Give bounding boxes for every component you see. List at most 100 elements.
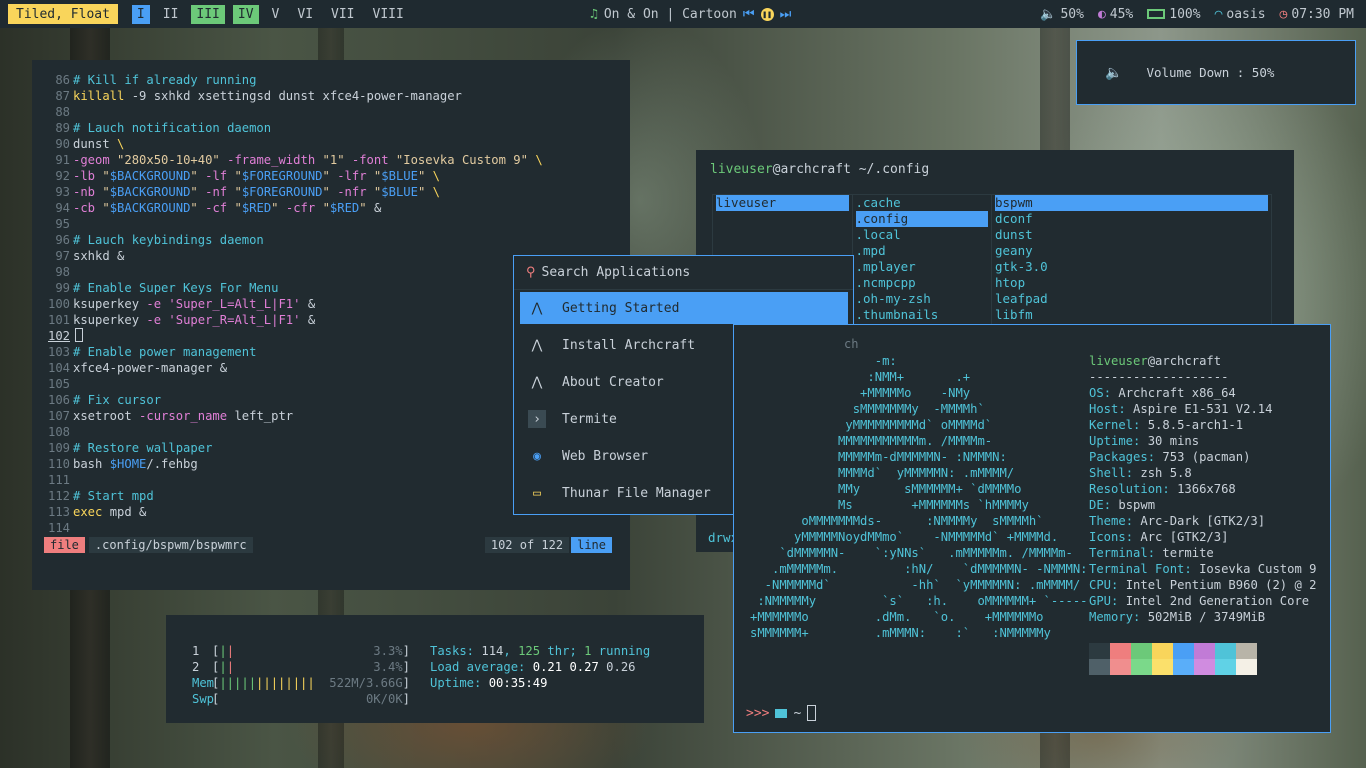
battery-widget[interactable]: 100% bbox=[1147, 7, 1201, 22]
info-row: Packages: 753 (pacman) bbox=[1089, 449, 1316, 465]
clock-value: 07:30 PM bbox=[1291, 6, 1354, 22]
file-entry[interactable]: .mpd bbox=[856, 243, 989, 259]
notification-text: Volume Down : 50% bbox=[1146, 65, 1275, 80]
ascii-line: yMMMMMMMMMd` oMMMMd` bbox=[750, 418, 993, 432]
line-text: # Lauch keybindings daemon bbox=[73, 233, 264, 247]
palette-swatch bbox=[1194, 643, 1215, 659]
volume-value: 50% bbox=[1060, 6, 1084, 22]
info-key: Terminal Font bbox=[1089, 562, 1185, 576]
workspace-5[interactable]: V bbox=[267, 5, 285, 24]
clock-widget[interactable]: ◷ 07:30 PM bbox=[1280, 7, 1354, 22]
workspace-8[interactable]: VIII bbox=[368, 5, 409, 24]
info-colon: : bbox=[1147, 450, 1163, 464]
search-bar[interactable]: ⚲ Search Applications bbox=[514, 256, 853, 290]
file-entry[interactable]: htop bbox=[995, 275, 1268, 291]
thr-count: 125 bbox=[518, 644, 541, 658]
next-icon[interactable]: ⏭ bbox=[780, 7, 792, 22]
workspace-6[interactable]: VI bbox=[292, 5, 318, 24]
ascii-line: oMMMMMMMds- :NMMMMy sMMMMh` bbox=[750, 514, 1044, 528]
workspace-3[interactable]: III bbox=[191, 4, 225, 24]
info-colon: : bbox=[1184, 562, 1200, 576]
volume-widget[interactable]: 🔈 50% bbox=[1040, 7, 1084, 22]
info-key: Icons bbox=[1089, 530, 1126, 544]
launcher-item[interactable]: ⋀ Getting Started bbox=[520, 292, 848, 324]
file-entry[interactable]: dconf bbox=[995, 211, 1268, 227]
workspace-7[interactable]: VII bbox=[326, 5, 359, 24]
info-value: Aspire E1-531 V2.14 bbox=[1133, 402, 1273, 416]
line-text: -geom "280x50-10+40" -frame_width "1" -f… bbox=[73, 153, 543, 167]
ascii-logo: -m: :NMM+ .+ +MMMMMo -NMy sMMMMMMMy -MMM… bbox=[750, 353, 1088, 641]
ascii-line: +MMMMMMo .dMm. `o. +MMMMMMo bbox=[750, 610, 1044, 624]
workspace-1[interactable]: I bbox=[131, 4, 150, 24]
info-key: Kernel bbox=[1089, 418, 1134, 432]
wifi-widget[interactable]: ◠ oasis bbox=[1215, 7, 1266, 22]
mem-label: Mem bbox=[192, 676, 215, 690]
ascii-line: Ms +MMMMMMs `hMMMMy bbox=[750, 498, 1029, 512]
swp-label: Swp bbox=[192, 692, 215, 706]
cpu2-label: 2 bbox=[192, 660, 200, 674]
brightness-widget[interactable]: ◐ 45% bbox=[1098, 7, 1133, 22]
code-line: 94 -cb "$BACKGROUND" -cf "$RED" -cfr "$RE… bbox=[32, 200, 630, 216]
cpu2-meter: 2[| | 3.4%] bbox=[192, 660, 410, 674]
file-entry[interactable]: .oh-my-zsh bbox=[856, 291, 989, 307]
ascii-line: `dMMMMMN- `:yNNs` .mMMMMMm. /MMMMm- bbox=[750, 546, 1073, 560]
line-number: 104 bbox=[47, 361, 70, 375]
file-entry[interactable]: libfm bbox=[995, 307, 1268, 323]
workspace-4[interactable]: IV bbox=[232, 4, 259, 24]
nf-host: @archcraft bbox=[1147, 354, 1222, 368]
info-value: termite bbox=[1162, 546, 1214, 560]
file-entry[interactable]: bspwm bbox=[995, 195, 1268, 211]
htop-meters: 1[| | 3.3%] 2[| | 3.4%] Mem[||||| |||||||| 522… bbox=[192, 643, 410, 707]
running-label: running bbox=[591, 644, 651, 658]
workspace-list: I II III IV V VI VII VIII bbox=[124, 4, 409, 24]
system-info: liveuser@archcraft ------------------- O… bbox=[1089, 353, 1316, 625]
editor-statusline: file .config/bspwm/bspwmrc 102 of 122 li… bbox=[44, 536, 612, 554]
launcher-item-label: Thunar File Manager bbox=[562, 485, 711, 501]
file-entry[interactable]: .config bbox=[855, 211, 988, 227]
ascii-line: yMMMMMNoydMMmo` -NMMMMMd` +MMMMd. bbox=[750, 530, 1059, 544]
code-line: 92 -lb "$BACKGROUND" -lf "$FOREGROUND" -l… bbox=[32, 168, 630, 184]
info-value: 502MiB / 3749MiB bbox=[1147, 610, 1266, 624]
file-entry[interactable]: .local bbox=[856, 227, 989, 243]
workspace-2[interactable]: II bbox=[158, 5, 184, 24]
cpu1-label: 1 bbox=[192, 644, 200, 658]
info-colon: : bbox=[1133, 610, 1148, 624]
file-entry[interactable]: leafpad bbox=[995, 291, 1268, 307]
file-entry[interactable]: dunst bbox=[995, 227, 1268, 243]
palette-swatch bbox=[1110, 659, 1131, 675]
terminal-window[interactable]: ch -m: :NMM+ .+ +MMMMMo -NMy sMMMMMMMy -… bbox=[733, 324, 1331, 733]
file-path: .config/bspwm/bspwmrc bbox=[88, 537, 253, 553]
info-key: Memory bbox=[1089, 610, 1134, 624]
file-entry[interactable]: .ncmpcpp bbox=[856, 275, 989, 291]
terminal-icon: › bbox=[528, 410, 546, 428]
cpu1-bar-sys: | bbox=[226, 644, 235, 658]
line-number: 86 bbox=[55, 73, 70, 87]
shell-prompt[interactable]: >>> ~ bbox=[746, 705, 817, 721]
file-entry[interactable]: geany bbox=[995, 243, 1268, 259]
file-entry[interactable]: .mplayer bbox=[856, 259, 989, 275]
cpu1-meter: 1[| | 3.3%] bbox=[192, 644, 410, 658]
pause-icon[interactable]: ❚❚ bbox=[760, 7, 774, 21]
search-input[interactable]: Search Applications bbox=[542, 265, 691, 280]
info-colon: : bbox=[1111, 578, 1126, 592]
htop-window[interactable]: 1[| | 3.3%] 2[| | 3.4%] Mem[||||| |||||||| 522… bbox=[166, 615, 704, 723]
file-entry[interactable]: .cache bbox=[856, 195, 989, 211]
layout-indicator[interactable]: Tiled, Float bbox=[8, 4, 118, 24]
palette-swatch bbox=[1110, 643, 1131, 659]
line-number: 102 bbox=[47, 329, 70, 343]
palette-swatch bbox=[1215, 659, 1236, 675]
prev-icon[interactable]: ⏮ bbox=[743, 7, 755, 22]
mem-bar-cache: |||||||| bbox=[256, 676, 315, 690]
folder-icon: ▭ bbox=[533, 485, 541, 501]
palette-swatch bbox=[1215, 643, 1236, 659]
wifi-value: oasis bbox=[1226, 6, 1266, 22]
palette-swatch bbox=[1173, 643, 1194, 659]
file-entry[interactable]: .thumbnails bbox=[856, 307, 989, 323]
archcraft-icon: ⋀ bbox=[531, 374, 543, 390]
file-entry[interactable]: liveuser bbox=[716, 195, 849, 211]
ascii-line: MMy sMMMMMM+ `dMMMMo bbox=[750, 482, 1022, 496]
palette-swatch bbox=[1173, 659, 1194, 675]
line-number: 113 bbox=[47, 505, 70, 519]
file-entry[interactable]: gtk-3.0 bbox=[995, 259, 1268, 275]
line-number: 91 bbox=[55, 153, 70, 167]
